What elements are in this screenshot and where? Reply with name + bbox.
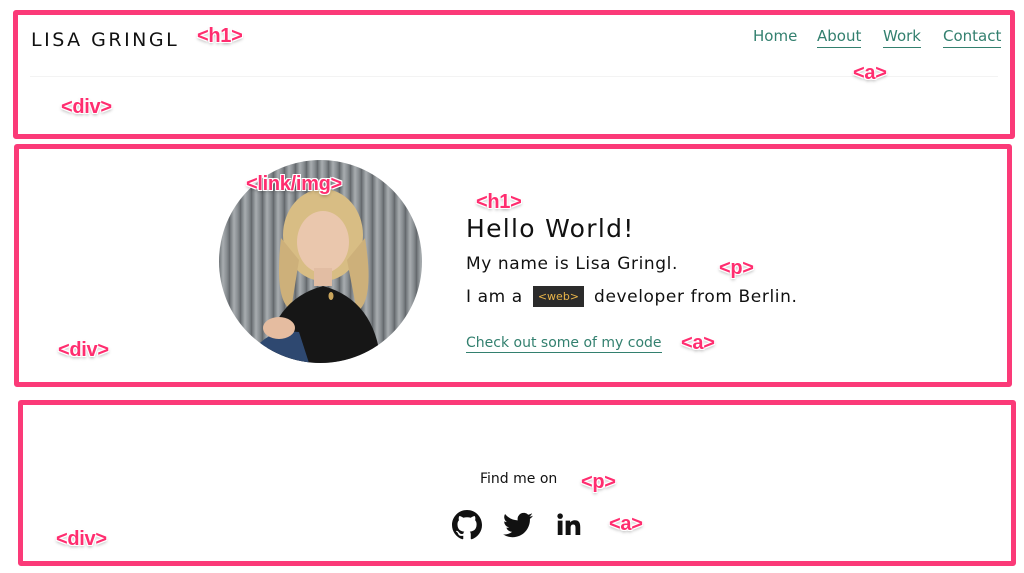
web-code-tag: <web> bbox=[532, 286, 585, 307]
hero-intro-line2: I am a <web> developer from Berlin. bbox=[466, 286, 797, 307]
linkedin-icon bbox=[557, 513, 581, 535]
annotation-p-hero: <p> bbox=[719, 257, 754, 279]
annotation-div-footer: <div> bbox=[56, 528, 107, 550]
annotation-h1-header: <h1> bbox=[197, 25, 243, 47]
annotation-h1-hero: <h1> bbox=[476, 191, 522, 213]
annotation-a-footer: <a> bbox=[609, 513, 643, 535]
site-title: LISA GRINGL bbox=[31, 29, 180, 51]
annotation-a-hero: <a> bbox=[681, 332, 715, 354]
twitter-link[interactable] bbox=[503, 510, 533, 540]
code-link[interactable]: Check out some of my code bbox=[466, 335, 662, 353]
nav-work-link[interactable]: Work bbox=[883, 27, 921, 48]
intro-text-before: I am a bbox=[466, 287, 523, 307]
hero-intro-line1: My name is Lisa Gringl. bbox=[466, 254, 678, 274]
annotation-p-footer: <p> bbox=[581, 471, 616, 493]
find-me-text: Find me on bbox=[480, 471, 558, 487]
nav-home-link[interactable]: Home bbox=[753, 27, 797, 47]
github-icon bbox=[452, 510, 482, 540]
nav-contact-link[interactable]: Contact bbox=[943, 27, 1002, 48]
annotation-link-img: <link/img> bbox=[246, 173, 342, 195]
annotation-a-nav: <a> bbox=[853, 62, 887, 84]
intro-text-after: developer from Berlin. bbox=[594, 287, 798, 307]
annotation-div-hero: <div> bbox=[58, 339, 109, 361]
annotation-div-header: <div> bbox=[61, 96, 112, 118]
github-link[interactable] bbox=[452, 510, 482, 540]
linkedin-link[interactable] bbox=[554, 510, 584, 540]
nav-about-link[interactable]: About bbox=[817, 27, 862, 48]
twitter-icon bbox=[503, 512, 533, 538]
hero-heading: Hello World! bbox=[466, 214, 635, 243]
